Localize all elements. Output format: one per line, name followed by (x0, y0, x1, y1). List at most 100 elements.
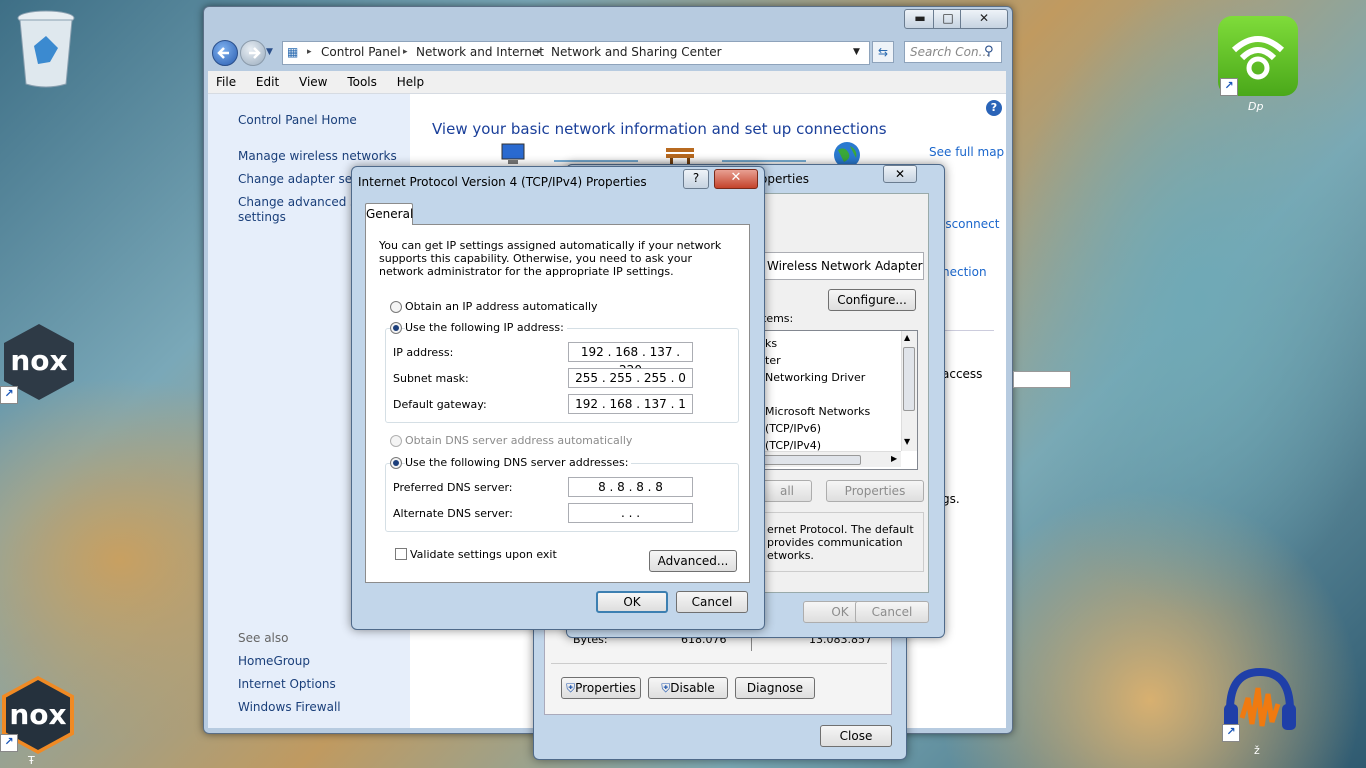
validate-label[interactable]: Validate settings upon exit (410, 548, 557, 561)
refresh-icon[interactable]: ⇆ (872, 41, 894, 63)
use-dns-label[interactable]: Use the following DNS server addresses: (405, 456, 632, 469)
list-item[interactable]: Microsoft Networks (765, 405, 870, 418)
bench-icon (664, 142, 696, 166)
ip-address-label: IP address: (393, 346, 454, 359)
preferred-dns-field[interactable]: 8 . 8 . 8 . 8 (568, 477, 693, 497)
use-dns-radio[interactable] (390, 457, 402, 469)
floating-blank-field (1013, 371, 1071, 388)
adapter-close-button[interactable]: ✕ (883, 165, 917, 183)
menu-edit[interactable]: Edit (248, 71, 287, 93)
disconnect-link-peek[interactable]: isconnect (942, 217, 999, 231)
minimize-button[interactable]: ▬ (904, 9, 936, 29)
menu-view[interactable]: View (291, 71, 335, 93)
menu-file[interactable]: File (208, 71, 244, 93)
audacity-icon[interactable]: ↗ ž (1218, 668, 1302, 764)
install-button[interactable]: all (762, 480, 812, 502)
subnet-mask-label: Subnet mask: (393, 372, 469, 385)
list-item[interactable]: (TCP/IPv6) (765, 422, 821, 435)
advanced-button[interactable]: Advanced... (649, 550, 737, 572)
shield-icon: ⛨ (566, 681, 576, 695)
breadcrumb-network-internet[interactable]: Network and Internet (416, 42, 544, 62)
description-group: ernet Protocol. The default provides com… (762, 512, 924, 572)
list-item[interactable]: ks (765, 337, 777, 350)
nav-control-panel-home[interactable]: Control Panel Home (238, 113, 357, 127)
control-panel-icon: ▦ (287, 45, 299, 59)
dialog-help-button[interactable]: ? (683, 169, 709, 189)
nav-internet-options[interactable]: Internet Options (238, 677, 336, 691)
ip-address-field[interactable]: 192 . 168 . 137 . 220 (568, 342, 693, 377)
component-properties-button[interactable]: Properties (826, 480, 924, 502)
connection-link-peek[interactable]: nection (942, 265, 987, 279)
shortcut-arrow-icon: ↗ (0, 734, 18, 752)
ipv4-dialog-title: Internet Protocol Version 4 (TCP/IPv4) P… (358, 175, 647, 189)
desktop: ↗ Dp nox ↗ nox ↗ Ŧ ↗ ž ▬ □ ✕ ▼ ▦ ▸ Contr… (0, 0, 1366, 768)
forward-button[interactable] (240, 40, 266, 66)
obtain-dns-radio[interactable] (390, 435, 402, 447)
maximize-button[interactable]: □ (933, 9, 963, 29)
status-close-button[interactable]: Close (820, 725, 892, 747)
recycle-bin-icon[interactable] (14, 6, 78, 90)
shortcut-arrow-icon: ↗ (0, 386, 18, 404)
obtain-dns-label[interactable]: Obtain DNS server address automatically (405, 434, 632, 447)
list-item[interactable]: Networking Driver (765, 371, 865, 384)
preferred-dns-label: Preferred DNS server: (393, 481, 513, 494)
menu-help[interactable]: Help (389, 71, 432, 93)
default-gateway-field[interactable]: 192 . 168 . 137 . 1 (568, 394, 693, 414)
scrollbar-thumb[interactable] (903, 347, 915, 411)
audacity-caption: ž (1254, 744, 1260, 757)
back-button[interactable] (212, 40, 238, 66)
vertical-scrollbar[interactable]: ▲ ▼ (901, 331, 917, 451)
list-item[interactable]: ter (765, 354, 781, 367)
validate-checkbox[interactable] (395, 548, 407, 560)
access-text-peek: access (942, 367, 983, 381)
breadcrumb-control-panel[interactable]: Control Panel (321, 42, 401, 62)
address-dropdown-icon[interactable]: ▼ (853, 42, 860, 62)
adapter-cancel-button[interactable]: Cancel (855, 601, 929, 623)
shield-icon: ⛨ (661, 681, 671, 695)
nav-change-adapter[interactable]: Change adapter setti (238, 172, 365, 186)
nox-icon-2[interactable]: nox ↗ Ŧ (0, 674, 76, 767)
tab-general[interactable]: General (365, 203, 413, 225)
shortcut-arrow-icon: ↗ (1222, 724, 1240, 742)
divider (551, 663, 887, 664)
status-properties-button[interactable]: ⛨Properties (561, 677, 641, 699)
nav-homegroup[interactable]: HomeGroup (238, 654, 310, 668)
obtain-ip-label[interactable]: Obtain an IP address automatically (405, 300, 598, 313)
back-arrow-icon (217, 47, 229, 59)
see-also-title: See also (238, 631, 289, 645)
scrollbar-thumb[interactable] (763, 455, 861, 465)
nav-change-advanced[interactable]: Change advanced sh (238, 195, 364, 209)
obtain-ip-radio[interactable] (390, 301, 402, 313)
nav-windows-firewall[interactable]: Windows Firewall (238, 700, 341, 714)
dialog-close-button[interactable]: ✕ (714, 169, 758, 189)
disable-button[interactable]: ⛨Disable (648, 677, 728, 699)
address-bar[interactable]: ▦ ▸ Control Panel ▸ Network and Internet… (282, 41, 870, 65)
menu-tools[interactable]: Tools (339, 71, 385, 93)
divider (940, 330, 994, 331)
nav-change-advanced-line2[interactable]: settings (238, 210, 286, 224)
nox-icon[interactable]: nox ↗ (0, 322, 76, 404)
search-icon[interactable]: ⚲ (984, 44, 994, 59)
menu-bar: File Edit View Tools Help (208, 71, 1006, 94)
ok-button[interactable]: OK (596, 591, 668, 613)
items-label: tems: (762, 312, 794, 325)
diagnose-button[interactable]: Diagnose (735, 677, 815, 699)
see-full-map-link[interactable]: See full map (929, 145, 1004, 159)
default-gateway-label: Default gateway: (393, 398, 487, 411)
components-list[interactable]: ks ter Networking Driver Microsoft Netwo… (762, 330, 918, 470)
subnet-mask-field[interactable]: 255 . 255 . 255 . 0 (568, 368, 693, 388)
page-title: View your basic network information and … (432, 120, 887, 138)
cancel-button[interactable]: Cancel (676, 591, 748, 613)
configure-button[interactable]: Configure... (828, 289, 916, 311)
wifi-app-icon[interactable]: ↗ Dp (1218, 16, 1300, 116)
recent-pages-chevron-icon[interactable]: ▼ (266, 47, 273, 57)
connection-line (554, 160, 638, 162)
help-icon[interactable]: ? (986, 100, 1002, 116)
breadcrumb-sharing-center[interactable]: Network and Sharing Center (551, 42, 722, 62)
close-button[interactable]: ✕ (960, 9, 1008, 29)
horizontal-scrollbar[interactable]: ▶ (763, 451, 901, 467)
alternate-dns-field[interactable]: . . . (568, 503, 693, 523)
use-ip-label[interactable]: Use the following IP address: (405, 321, 567, 334)
nav-manage-wireless[interactable]: Manage wireless networks (238, 149, 397, 163)
use-ip-radio[interactable] (390, 322, 402, 334)
